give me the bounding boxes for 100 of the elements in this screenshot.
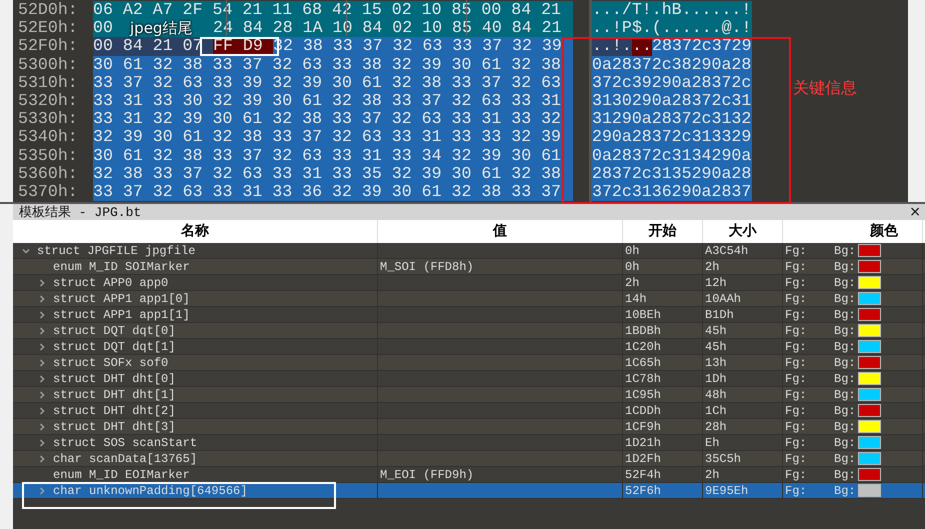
tree-item-name: struct APP0 app0	[53, 276, 168, 290]
start-offset: 1CDDh	[625, 404, 662, 418]
start-offset: 1D21h	[625, 436, 662, 450]
tree-item-name: char scanData[13765]	[53, 452, 198, 466]
tree-row[interactable]: struct DHT dht[0] 1C78h 1Dh Fg: Bg:	[13, 371, 925, 387]
fg-label: Fg:	[785, 372, 808, 386]
tree-row[interactable]: enum M_ID SOIMarker M_SOI (FFD8h) 0h 2h Fg: Bg:	[13, 259, 925, 275]
size-value: 2h	[705, 468, 720, 482]
tree-item-name: enum M_ID EOIMarker	[53, 468, 190, 482]
size-value: 48h	[705, 388, 727, 402]
ascii-text: 28372c3135290a28	[592, 164, 752, 183]
tree-item-name: struct DQT dqt[1]	[53, 340, 176, 354]
hex-bytes: 30 61 32 38 33 37 32 63 33 38 32 39 30 61 32 38	[93, 56, 573, 74]
tree-row[interactable]: struct SOFx sof0 1C65h 13h Fg: Bg:	[13, 355, 925, 371]
address-label: 5340h:	[18, 128, 79, 146]
fg-label: Fg:	[785, 484, 808, 498]
size-value: 45h	[705, 340, 727, 354]
address-label: 5300h:	[18, 56, 79, 74]
ascii-text: 290a28372c313329	[592, 128, 752, 147]
tree-row[interactable]: struct DQT dqt[0] 1BDBh 45h Fg: Bg:	[13, 323, 925, 339]
tree-row[interactable]: struct DHT dht[1] 1C95h 48h Fg: Bg:	[13, 387, 925, 403]
fg-label: Fg:	[785, 452, 808, 466]
tree-row[interactable]: struct DQT dqt[1] 1C20h 45h Fg: Bg:	[13, 339, 925, 355]
value-text: M_EOI (FFD9h)	[380, 468, 474, 482]
chevron-icon[interactable]	[37, 294, 47, 304]
start-offset: 1D2Fh	[625, 452, 662, 466]
start-offset: 1C95h	[625, 388, 662, 402]
tree-row[interactable]: char scanData[13765] 1D2Fh 35C5h Fg: Bg:	[13, 451, 925, 467]
fg-label: Fg:	[785, 388, 808, 402]
size-value: 1Dh	[705, 372, 727, 386]
size-value: A3C54h	[705, 244, 748, 258]
start-offset: 0h	[625, 244, 640, 258]
tree-row[interactable]: struct APP1 app1[1] 10BEh B1Dh Fg: Bg:	[13, 307, 925, 323]
bg-label: Bg:	[834, 356, 857, 370]
tree-row[interactable]: struct DHT dht[3] 1CF9h 28h Fg: Bg:	[13, 419, 925, 435]
bg-label: Bg:	[834, 276, 857, 290]
start-offset: 1C78h	[625, 372, 662, 386]
tree-item-name: struct DHT dht[3]	[53, 420, 176, 434]
chevron-icon[interactable]	[37, 358, 47, 368]
size-value: Eh	[705, 436, 720, 450]
address-label: 52D0h:	[18, 1, 79, 20]
size-value: 2h	[705, 260, 720, 274]
tree-item-name: enum M_ID SOIMarker	[53, 260, 190, 274]
start-offset: 1CF9h	[625, 420, 662, 434]
size-value: 45h	[705, 324, 727, 338]
chevron-icon[interactable]	[37, 390, 47, 400]
fg-label: Fg:	[785, 292, 808, 306]
chevron-icon[interactable]	[37, 374, 47, 384]
tree-row[interactable]: struct APP1 app1[0] 14h 10AAh Fg: Bg:	[13, 291, 925, 307]
bg-label: Bg:	[834, 244, 857, 258]
tree-row[interactable]: struct APP0 app0 2h 12h Fg: Bg:	[13, 275, 925, 291]
ascii-text: 31290a28372c3132	[592, 110, 752, 128]
address-label: 52F0h:	[18, 37, 79, 56]
start-offset: 10BEh	[625, 308, 662, 322]
tree-item-name: struct SOFx sof0	[53, 356, 168, 370]
tree-row[interactable]: struct JPGFILE jpgfile 0h A3C54h Fg: Bg:	[13, 243, 925, 259]
size-value: 28h	[705, 420, 727, 434]
fg-label: Fg:	[785, 276, 808, 290]
hex-bytes: 33 37 32 63 33 39 32 39 30 61 32 38 33 37 32 63	[93, 74, 573, 92]
fg-label: Fg:	[785, 260, 808, 274]
ascii-text: 0a28372c3134290a	[592, 146, 752, 165]
chevron-icon[interactable]	[37, 310, 47, 320]
start-offset: 2h	[625, 276, 640, 290]
tree-item-name: struct APP1 app1[1]	[53, 308, 190, 322]
ascii-text: 3130290a28372c31	[592, 92, 752, 110]
tree-item-name: struct DHT dht[0]	[53, 372, 176, 386]
address-label: 52E0h:	[18, 19, 79, 38]
bg-label: Bg:	[834, 388, 857, 402]
size-value: 10AAh	[705, 292, 742, 306]
tree-item-name: struct DQT dqt[0]	[53, 324, 176, 338]
chevron-icon[interactable]	[37, 326, 47, 336]
size-value: 35C5h	[705, 452, 742, 466]
chevron-icon[interactable]	[37, 278, 47, 288]
hex-bytes: 32 38 33 37 32 63 33 31 33 35 32 39 30 61 32 38	[93, 164, 573, 183]
close-button[interactable]: ×	[909, 205, 921, 219]
chevron-icon[interactable]	[37, 454, 47, 464]
scrollbar[interactable]	[908, 0, 925, 202]
tree-row[interactable]: struct DHT dht[2] 1CDDh 1Ch Fg: Bg:	[13, 403, 925, 419]
tree-row[interactable]: char unknownPadding[649566] 52F6h 9E95Eh Fg: Bg:	[13, 483, 925, 499]
bg-label: Bg:	[834, 308, 857, 322]
bg-label: Bg:	[834, 484, 857, 498]
chevron-icon[interactable]	[37, 406, 47, 416]
chevron-icon[interactable]	[37, 422, 47, 432]
chevron-icon[interactable]	[37, 486, 47, 496]
address-label: 5370h:	[18, 182, 79, 201]
hex-bytes: 30 61 32 38 33 37 32 63 33 31 33 34 32 39 30 61	[93, 146, 573, 165]
bg-label: Bg:	[834, 340, 857, 354]
panel-title: 模板结果 - JPG.bt	[19, 204, 142, 221]
fg-label: Fg:	[785, 404, 808, 418]
ascii-text: 372c39290a28372c	[592, 74, 752, 92]
start-offset: 1BDBh	[625, 324, 662, 338]
bg-label: Bg:	[834, 324, 857, 338]
tree-row[interactable]: struct SOS scanStart 1D21h Eh Fg: Bg:	[13, 435, 925, 451]
bg-label: Bg:	[834, 452, 857, 466]
hex-bytes: 00 84 21 07	[93, 37, 213, 56]
hex-bytes: 32 39 30 61 32 38 33 37 32 63 33 31 33 33 32 39	[93, 128, 573, 147]
size-value: 1Ch	[705, 404, 727, 418]
chevron-icon[interactable]	[37, 342, 47, 352]
tree-row[interactable]: enum M_ID EOIMarker M_EOI (FFD9h) 52F4h 2h Fg: Bg:	[13, 467, 925, 483]
chevron-icon[interactable]	[37, 438, 47, 448]
